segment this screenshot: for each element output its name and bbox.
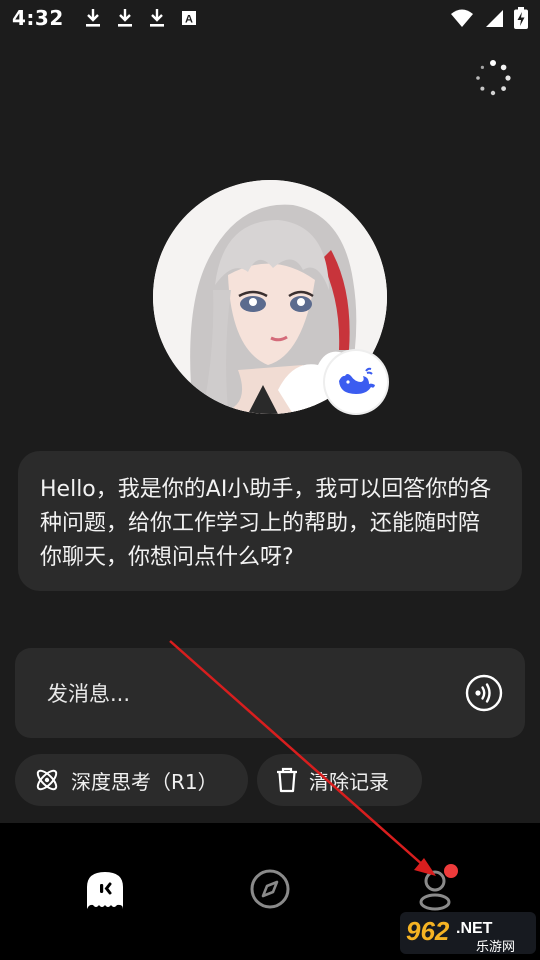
svg-text:A: A xyxy=(185,14,193,26)
voice-call-icon[interactable] xyxy=(465,674,503,712)
wifi-icon xyxy=(451,9,473,27)
status-time: 4:32 xyxy=(12,6,64,30)
loading-dots-icon[interactable] xyxy=(473,58,513,98)
watermark-subtitle: 乐游网 xyxy=(476,940,515,955)
model-badge xyxy=(325,351,387,413)
watermark-brand: 962 xyxy=(406,916,450,946)
trash-icon xyxy=(277,767,297,793)
message-input[interactable]: 发消息... xyxy=(15,648,525,738)
message-input-placeholder[interactable]: 发消息... xyxy=(47,678,465,708)
system-icons xyxy=(450,7,528,29)
site-watermark: 962 .NET 乐游网 xyxy=(400,910,536,956)
assistant-greeting-bubble: Hello，我是你的AI小助手，我可以回答你的各种问题，给你工作学习上的帮助，还… xyxy=(18,451,522,591)
greeting-text: Hello，我是你的AI小助手，我可以回答你的各种问题，给你工作学习上的帮助，还… xyxy=(40,477,492,570)
download-icon xyxy=(85,9,100,27)
atom-icon xyxy=(36,769,58,791)
clear-history-button[interactable]: 清除记录 xyxy=(257,754,422,806)
download-icon xyxy=(149,9,164,27)
a-text-icon: A xyxy=(181,11,196,26)
notification-dot xyxy=(444,864,458,878)
watermark-suffix: .NET xyxy=(456,920,493,937)
battery-charging-icon xyxy=(514,7,528,29)
compass-icon[interactable] xyxy=(249,868,291,910)
status-bar: 4:32 A xyxy=(0,0,540,36)
deep-think-label: 深度思考（R1） xyxy=(71,769,218,794)
notification-icons: A xyxy=(84,8,198,28)
whale-icon xyxy=(339,367,375,394)
signal-icon xyxy=(486,10,503,27)
deep-think-button[interactable]: 深度思考（R1） xyxy=(15,754,248,806)
clear-history-label: 清除记录 xyxy=(309,769,389,794)
download-icon xyxy=(117,9,132,27)
chat-ghost-icon[interactable] xyxy=(84,869,126,911)
